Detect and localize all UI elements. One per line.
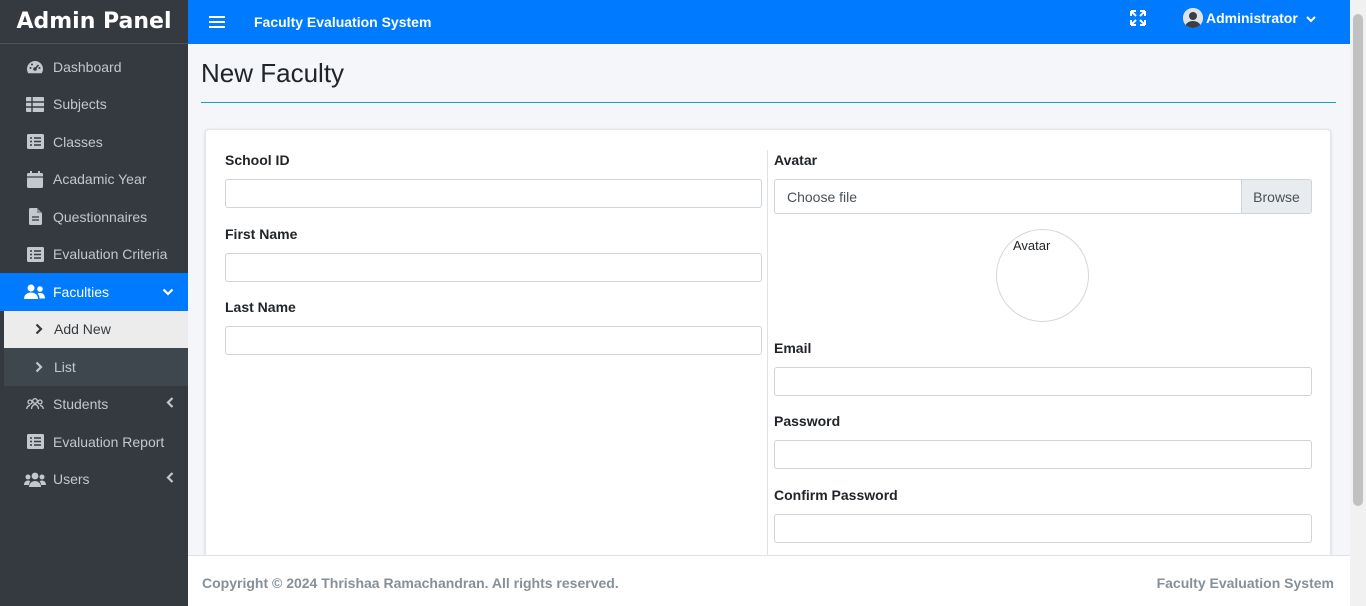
sidebar-item-academic-year[interactable]: Acadamic Year xyxy=(0,161,188,199)
sidebar-item-evaluation-report[interactable]: Evaluation Report xyxy=(0,423,188,461)
sidebar-item-classes[interactable]: Classes xyxy=(0,123,188,161)
list-icon xyxy=(24,245,46,263)
users-icon xyxy=(24,470,46,488)
page-title: New Faculty xyxy=(201,58,345,88)
students-icon xyxy=(24,395,46,413)
chevron-right-icon xyxy=(32,323,46,335)
sidebar-item-dashboard[interactable]: Dashboard xyxy=(0,48,188,86)
sidebar-item-label: Evaluation Report xyxy=(53,433,165,450)
sidebar-item-evaluation-criteria[interactable]: Evaluation Criteria xyxy=(0,236,188,274)
top-navbar: Faculty Evaluation System Administrator xyxy=(188,0,1350,44)
last-name-label: Last Name xyxy=(225,299,296,315)
brand-logo[interactable]: Admin Panel xyxy=(0,0,188,44)
calendar-icon xyxy=(24,170,46,188)
sidebar-item-users[interactable]: Users xyxy=(0,461,188,499)
avatar-preview-alt-text: Avatar xyxy=(1013,238,1051,253)
sidebar-item-questionnaires[interactable]: Questionnaires xyxy=(0,198,188,236)
school-id-label: School ID xyxy=(225,152,290,168)
app-title: Faculty Evaluation System xyxy=(254,14,432,30)
footer-app-name: Faculty Evaluation System xyxy=(1156,575,1334,591)
table-icon xyxy=(24,95,46,113)
sidebar: Admin Panel Dashboard Subjects Classes A… xyxy=(0,0,188,606)
sidebar-item-label: Evaluation Criteria xyxy=(53,246,168,263)
password-field[interactable] xyxy=(774,440,1312,469)
chevron-left-icon xyxy=(166,397,174,412)
sidebar-item-subjects[interactable]: Subjects xyxy=(0,86,188,124)
sidebar-item-label: Subjects xyxy=(53,96,107,113)
last-name-input[interactable] xyxy=(225,326,762,355)
sidebar-item-label: Acadamic Year xyxy=(53,171,147,188)
password-label: Password xyxy=(774,413,841,429)
page-scrollbar[interactable] xyxy=(1350,0,1366,606)
fullscreen-icon[interactable] xyxy=(1130,10,1146,26)
sidebar-item-label: Classes xyxy=(53,133,103,150)
file-input-placeholder[interactable]: Choose file xyxy=(775,180,1241,213)
sidebar-item-label: Students xyxy=(53,396,109,413)
sidebar-item-label: Dashboard xyxy=(53,58,122,75)
sidebar-item-label: List xyxy=(54,358,76,375)
brand-text: Admin Panel xyxy=(16,9,172,34)
confirm-password-label: Confirm Password xyxy=(774,487,898,503)
file-icon xyxy=(24,208,46,226)
sidebar-item-label: Add New xyxy=(54,321,111,338)
chevron-left-icon xyxy=(166,472,174,487)
sidebar-item-label: Faculties xyxy=(53,283,110,300)
column-divider xyxy=(767,150,768,556)
title-divider xyxy=(201,102,1336,103)
dashboard-icon xyxy=(24,58,46,76)
avatar-file-input[interactable]: Choose file Browse xyxy=(774,179,1312,214)
email-label: Email xyxy=(774,340,812,356)
chevron-down-icon xyxy=(162,285,174,299)
browse-button[interactable]: Browse xyxy=(1241,180,1311,213)
chevron-right-icon xyxy=(32,361,46,373)
sidebar-item-label: Users xyxy=(53,471,90,488)
user-dropdown[interactable]: Administrator xyxy=(1183,8,1316,28)
sidebar-item-faculties[interactable]: Faculties xyxy=(0,273,188,311)
avatar xyxy=(1183,8,1203,28)
first-name-input[interactable] xyxy=(225,253,762,282)
menu-toggle-icon[interactable] xyxy=(209,16,225,28)
email-field[interactable] xyxy=(774,367,1312,396)
confirm-password-field[interactable] xyxy=(774,514,1312,543)
sidebar-nav: Dashboard Subjects Classes Acadamic Year… xyxy=(0,44,188,498)
chevron-down-icon xyxy=(1306,10,1316,26)
list-icon xyxy=(24,133,46,151)
footer: Copyright © 2024 Thrishaa Ramachandran. … xyxy=(188,555,1350,606)
school-id-input[interactable] xyxy=(225,179,762,208)
sidebar-item-label: Questionnaires xyxy=(53,208,148,225)
user-name: Administrator xyxy=(1206,10,1298,26)
sidebar-item-students[interactable]: Students xyxy=(0,386,188,424)
footer-copyright: Copyright © 2024 Thrishaa Ramachandran. … xyxy=(202,575,619,591)
avatar-label: Avatar xyxy=(774,152,818,168)
list-icon xyxy=(24,433,46,451)
sidebar-subitem-list[interactable]: List xyxy=(4,348,188,386)
users-icon xyxy=(24,283,46,301)
sidebar-subitem-add-new[interactable]: Add New xyxy=(4,310,188,348)
first-name-label: First Name xyxy=(225,226,298,242)
